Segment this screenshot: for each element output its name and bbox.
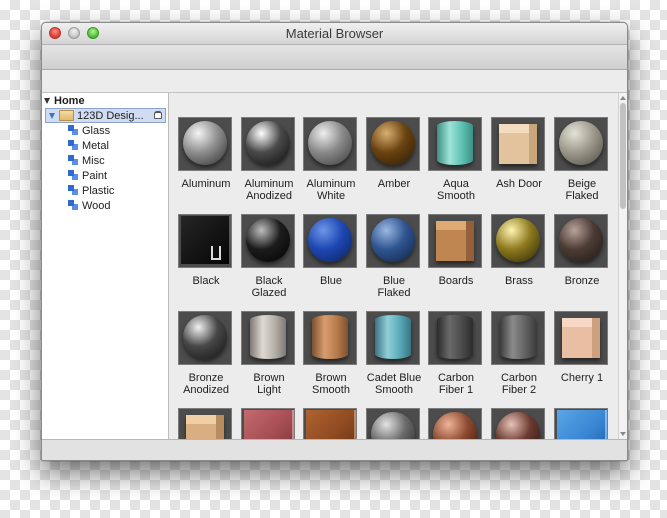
- sphere-preview-icon: [183, 315, 227, 359]
- tree-item-label: Paint: [82, 170, 108, 182]
- material-thumbnail: [178, 214, 232, 268]
- material-thumbnail: [554, 117, 608, 171]
- material-thumbnail: [241, 214, 295, 268]
- material-thumbnail: [366, 311, 420, 365]
- material-label: Beige Flaked: [565, 178, 599, 202]
- tree-item-label: Wood: [82, 200, 111, 212]
- tree-item-label: Misc: [82, 155, 105, 167]
- cube-preview-icon: [186, 415, 224, 439]
- tree-item-glass[interactable]: Glass: [68, 124, 110, 138]
- sphere-preview-icon: [308, 121, 352, 165]
- lock-icon: [154, 111, 162, 119]
- window-title: Material Browser: [285, 26, 384, 41]
- sphere-preview-icon: [559, 121, 603, 165]
- material-thumbnail: [303, 117, 357, 171]
- status-bar: [42, 439, 627, 460]
- material-thumbnail: [554, 408, 608, 439]
- cylinder-preview-icon: [500, 315, 536, 359]
- material-grid: Aluminum Aluminum Anodized Aluminum White Amb…: [169, 93, 617, 439]
- tree-item-label: Glass: [82, 125, 111, 137]
- tree-item-home[interactable]: Home: [44, 94, 85, 108]
- chair-preview-icon: [181, 216, 231, 264]
- tree-item-label: Home: [54, 95, 85, 107]
- cylinder-preview-icon: [437, 121, 473, 165]
- tree-item-label: Plastic: [82, 185, 115, 197]
- expand-triangle-icon[interactable]: [44, 98, 50, 105]
- sphere-preview-icon: [496, 218, 540, 262]
- tree-item-library[interactable]: 123D Desig...: [45, 108, 166, 123]
- cylinder-preview-icon: [312, 315, 348, 359]
- material-thumbnail: [554, 311, 608, 365]
- title-bar[interactable]: Material Browser: [42, 23, 627, 45]
- material-category-icon: [68, 185, 78, 196]
- sphere-preview-icon: [371, 412, 415, 439]
- material-label: Cherry 1: [560, 372, 604, 384]
- library-tree: Home 123D Desig... Glass Metal Misc Pain…: [42, 93, 169, 439]
- cube-preview-icon: [562, 318, 600, 358]
- material-thumbnail: [491, 214, 545, 268]
- material-thumbnail: [178, 408, 232, 439]
- material-thumbnail: [491, 117, 545, 171]
- sphere-preview-icon: [246, 218, 290, 262]
- material-thumbnail: [303, 408, 357, 439]
- material-thumbnail: [303, 214, 357, 268]
- material-thumbnail: [491, 408, 545, 439]
- cylinder-preview-icon: [375, 315, 411, 359]
- material-thumbnail: [241, 117, 295, 171]
- scroll-thumb[interactable]: [620, 103, 626, 209]
- tree-item-wood[interactable]: Wood: [68, 199, 111, 213]
- material-category-icon: [68, 170, 78, 181]
- tree-item-label: 123D Desig...: [77, 110, 144, 122]
- material-thumbnail: [428, 311, 482, 365]
- tree-item-plastic[interactable]: Plastic: [68, 184, 114, 198]
- sphere-preview-icon: [183, 121, 227, 165]
- material-thumbnail: [554, 214, 608, 268]
- cylinder-preview-icon: [437, 315, 473, 359]
- material-thumbnail: [428, 117, 482, 171]
- tree-item-misc[interactable]: Misc: [68, 154, 105, 168]
- sphere-preview-icon: [496, 412, 540, 439]
- chair-preview-icon: [557, 410, 607, 439]
- material-browser-window: Material Browser Home 123D Desig... Glas…: [41, 22, 628, 461]
- material-category-icon: [68, 125, 78, 136]
- chair-preview-icon: [306, 410, 356, 439]
- sphere-preview-icon: [308, 218, 352, 262]
- scroll-down-icon[interactable]: [620, 432, 626, 436]
- scroll-up-icon[interactable]: [620, 96, 626, 100]
- material-thumbnail: [241, 311, 295, 365]
- toolbar: [42, 45, 627, 70]
- material-category-icon: [68, 140, 78, 151]
- expand-triangle-icon[interactable]: [49, 113, 55, 120]
- material-thumbnail: [366, 214, 420, 268]
- material-thumbnail: [178, 311, 232, 365]
- material-thumbnail: [303, 311, 357, 365]
- cube-preview-icon: [436, 221, 474, 261]
- sphere-preview-icon: [246, 121, 290, 165]
- sphere-preview-icon: [371, 121, 415, 165]
- cylinder-preview-icon: [250, 315, 286, 359]
- chair-preview-icon: [244, 410, 294, 439]
- material-thumbnail: [241, 408, 295, 439]
- material-label: Bronze: [564, 275, 600, 287]
- vertical-scrollbar[interactable]: [618, 93, 627, 439]
- sphere-preview-icon: [433, 412, 477, 439]
- cube-preview-icon: [499, 124, 537, 164]
- material-thumbnail: [366, 408, 420, 439]
- folder-icon: [59, 109, 74, 121]
- tree-item-metal[interactable]: Metal: [68, 139, 109, 153]
- material-thumbnail: [428, 214, 482, 268]
- tree-item-label: Metal: [82, 140, 109, 152]
- material-category-icon: [68, 200, 78, 211]
- tree-item-paint[interactable]: Paint: [68, 169, 107, 183]
- sphere-preview-icon: [559, 218, 603, 262]
- material-thumbnail: [428, 408, 482, 439]
- material-thumbnail: [178, 117, 232, 171]
- material-thumbnail: [366, 117, 420, 171]
- path-bar: [42, 70, 627, 93]
- material-category-icon: [68, 155, 78, 166]
- sphere-preview-icon: [371, 218, 415, 262]
- material-thumbnail: [491, 311, 545, 365]
